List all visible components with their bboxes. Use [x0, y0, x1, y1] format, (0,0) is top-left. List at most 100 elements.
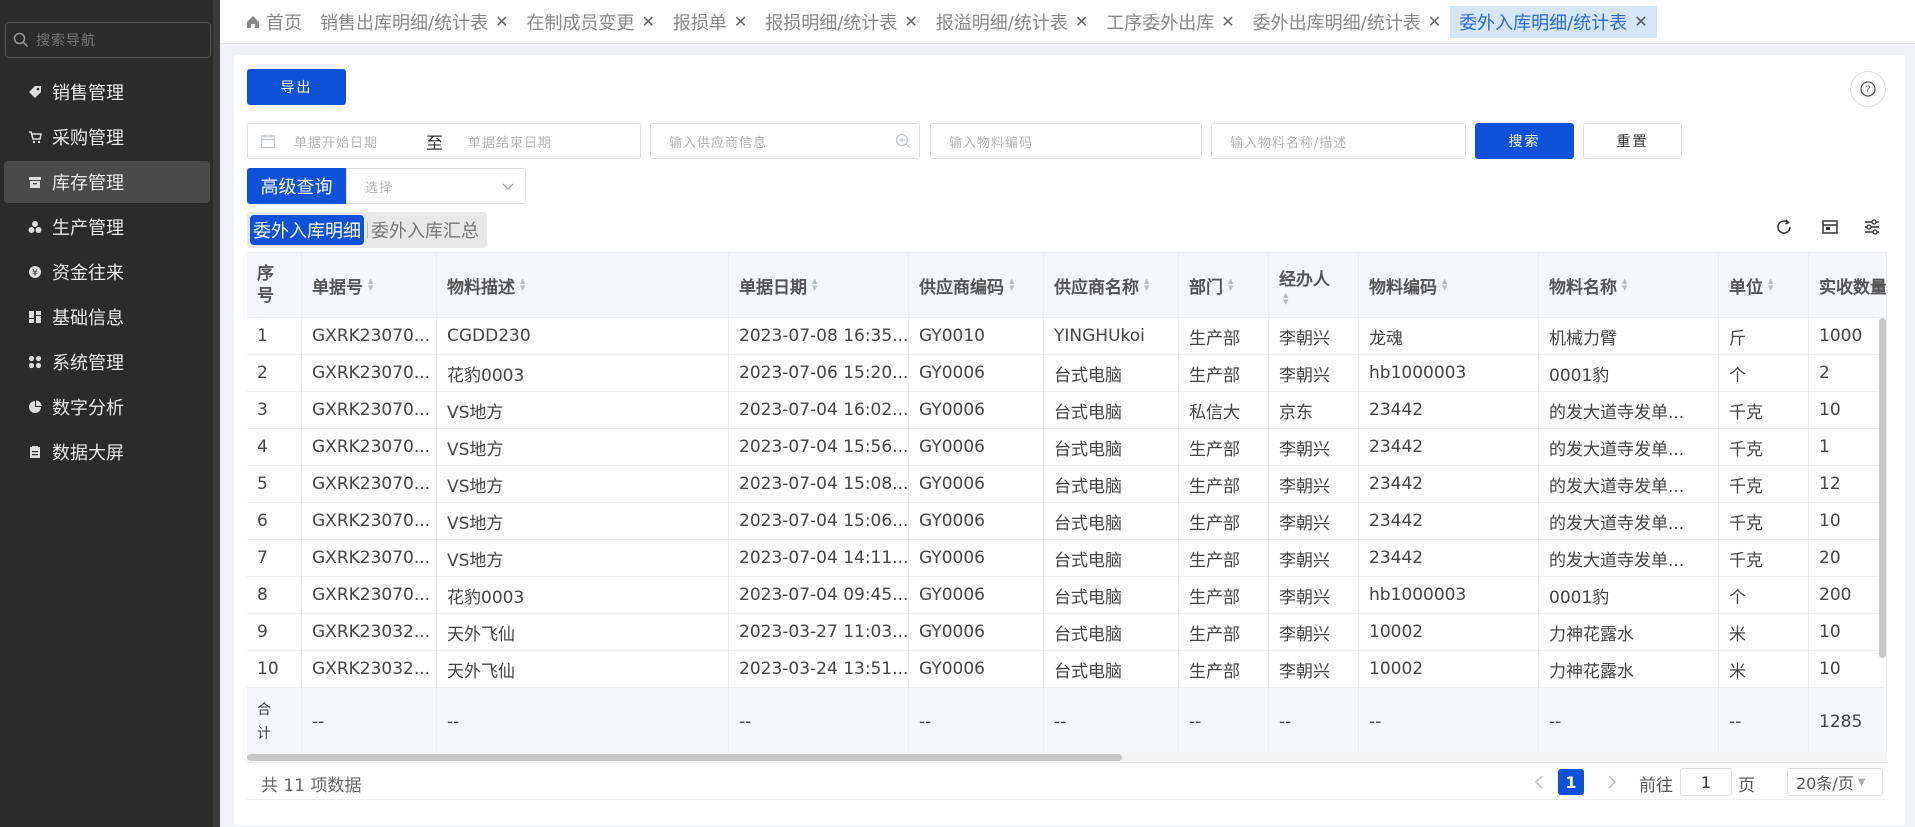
end-date-input[interactable]: 单据结束日期 [468, 132, 552, 151]
column-header-label: 物料描述 [447, 277, 515, 298]
column-header[interactable]: 物料名称 ▲ ▼ [1539, 253, 1719, 317]
material-name-input[interactable]: 输入物料名称/描述 [1211, 123, 1466, 159]
sidebar-item-inventory[interactable]: 库存管理 [4, 161, 210, 203]
start-date-input[interactable]: 单据开始日期 [294, 132, 414, 151]
next-page-icon[interactable] [1605, 774, 1619, 790]
column-header[interactable]: 经办人 ▲ ▼ [1269, 253, 1359, 317]
sort-icon[interactable]: ▲ ▼ [1144, 278, 1149, 292]
sidebar-item-sales[interactable]: 销售管理 [4, 71, 210, 113]
table-cell: VS地方 [437, 540, 729, 576]
sort-icon[interactable]: ▲ ▼ [1442, 278, 1447, 292]
help-icon[interactable]: ? [1850, 71, 1886, 107]
column-header[interactable]: 物料描述 ▲ ▼ [437, 253, 729, 317]
sidebar-item-analysis[interactable]: 数字分析 [4, 386, 210, 428]
nav-search-input[interactable]: 搜索导航 [5, 22, 211, 58]
column-header[interactable]: 物料编码 ▲ ▼ [1359, 253, 1539, 317]
subtab-summary[interactable]: 委外入库汇总 [371, 215, 479, 245]
close-icon[interactable]: ✕ [1221, 12, 1234, 31]
sort-icon[interactable]: ▲ ▼ [812, 278, 817, 292]
refresh-icon[interactable] [1775, 218, 1793, 236]
table-cell: 4 [247, 429, 302, 465]
scrollbar-thumb[interactable] [247, 754, 1122, 761]
summary-cell: -- [437, 688, 729, 756]
search-button[interactable]: 搜索 [1475, 123, 1574, 159]
table-row[interactable]: 10 GXRK23032... 天外飞仙 2023-03-24 13:51... GY0… [247, 651, 1887, 688]
goto-page-input[interactable]: 1 [1680, 768, 1732, 796]
export-button[interactable]: 导出 [247, 69, 346, 105]
tab-outsource-out-detail[interactable]: 委外出库明细/统计表 ✕ [1244, 6, 1450, 38]
table-cell: 10 [1809, 392, 1887, 428]
table-row[interactable]: 9 GXRK23032... 天外飞仙 2023-03-27 11:03... GY00… [247, 614, 1887, 651]
sidebar-item-system[interactable]: 系统管理 [4, 341, 210, 383]
horizontal-scrollbar[interactable] [247, 753, 1887, 761]
vertical-scrollbar[interactable] [1879, 318, 1886, 658]
reset-button[interactable]: 重置 [1583, 123, 1682, 159]
total-count: 共 11 项数据 [261, 776, 362, 796]
column-settings-icon[interactable] [1863, 218, 1881, 236]
table-row[interactable]: 5 GXRK23070... VS地方 2023-07-04 15:08... GY00… [247, 466, 1887, 503]
column-header[interactable]: 单据号 ▲ ▼ [302, 253, 437, 317]
sort-icon[interactable]: ▲ ▼ [368, 278, 373, 292]
tab-loss-detail[interactable]: 报损明细/统计表 ✕ [756, 6, 926, 38]
close-icon[interactable]: ✕ [904, 12, 917, 31]
column-header[interactable]: 单位 ▲ ▼ [1719, 253, 1809, 317]
prev-page-icon[interactable] [1532, 774, 1546, 790]
material-code-input[interactable]: 输入物料编码 [930, 123, 1202, 159]
column-header[interactable]: 部门 ▲ ▼ [1179, 253, 1269, 317]
close-icon[interactable]: ✕ [641, 12, 654, 31]
tab-wip-change[interactable]: 在制成员变更 ✕ [517, 6, 663, 38]
table-row[interactable]: 3 GXRK23070... VS地方 2023-07-04 16:02... GY00… [247, 392, 1887, 429]
sidebar-item-production[interactable]: 生产管理 [4, 206, 210, 248]
close-icon[interactable]: ✕ [1634, 12, 1647, 31]
tab-outsource-in-detail[interactable]: 委外入库明细/统计表 ✕ [1450, 5, 1657, 38]
column-header[interactable]: 单据日期 ▲ ▼ [729, 253, 909, 317]
sidebar-item-purchase[interactable]: 采购管理 [4, 116, 210, 158]
table-row[interactable]: 7 GXRK23070... VS地方 2023-07-04 14:11... GY00… [247, 540, 1887, 577]
close-icon[interactable]: ✕ [1075, 12, 1088, 31]
supplier-input[interactable]: 输入供应商信息 [650, 123, 920, 159]
tab-overflow-detail[interactable]: 报溢明细/统计表 ✕ [927, 6, 1097, 38]
close-icon[interactable]: ✕ [734, 12, 747, 31]
table-row[interactable]: 6 GXRK23070... VS地方 2023-07-04 15:06... GY00… [247, 503, 1887, 540]
table-cell: 私信大 [1179, 392, 1269, 428]
column-header[interactable]: 供应商编码 ▲ ▼ [909, 253, 1044, 317]
tab-process-outsource-out[interactable]: 工序委外出库 ✕ [1097, 6, 1243, 38]
advanced-query-button[interactable]: 高级查询 [247, 168, 346, 204]
modules-icon [28, 355, 52, 369]
table-row[interactable]: 4 GXRK23070... VS地方 2023-07-04 15:56... GY00… [247, 429, 1887, 466]
column-header[interactable]: 供应商名称 ▲ ▼ [1044, 253, 1179, 317]
table-row[interactable]: 8 GXRK23070... 花豹0003 2023-07-04 09:45... GY… [247, 577, 1887, 614]
close-icon[interactable]: ✕ [495, 12, 508, 31]
subtab-detail[interactable]: 委外入库明细 [250, 215, 364, 245]
table-cell: 2023-07-06 15:20... [729, 355, 909, 391]
sidebar-item-dashboard[interactable]: 数据大屏 [4, 431, 210, 473]
summary-label: 合计 [247, 688, 302, 756]
sort-icon[interactable]: ▲ ▼ [1622, 278, 1627, 292]
close-icon[interactable]: ✕ [1428, 12, 1441, 31]
table-row[interactable]: 2 GXRK23070... 花豹0003 2023-07-06 15:20... GY… [247, 355, 1887, 392]
sort-icon[interactable]: ▲ ▼ [1768, 278, 1773, 292]
table-cell: 的发大道寺发单... [1539, 392, 1719, 428]
tab-sales-outbound[interactable]: 销售出库明细/统计表 ✕ [311, 6, 517, 38]
sidebar-item-finance[interactable]: ¥ 资金往来 [4, 251, 210, 293]
date-range-picker[interactable]: 单据开始日期 至 单据结束日期 [247, 123, 641, 159]
tab-home[interactable]: 首页 [246, 6, 311, 38]
sidebar-item-basic-info[interactable]: 基础信息 [4, 296, 210, 338]
sort-icon[interactable]: ▲ ▼ [1009, 278, 1014, 292]
layout-icon[interactable] [1821, 218, 1839, 236]
table-row[interactable]: 1 GXRK23070... CGDD230 2023-07-08 16:35... G… [247, 318, 1887, 355]
table-cell: GY0006 [909, 429, 1044, 465]
tab-loss-order[interactable]: 报损单 ✕ [664, 6, 756, 38]
table-cell: 台式电脑 [1044, 577, 1179, 613]
table-cell: 2023-03-27 11:03... [729, 614, 909, 650]
search-plus-icon[interactable] [895, 133, 911, 149]
table-cell: 10002 [1359, 651, 1539, 687]
page-number-current[interactable]: 1 [1558, 769, 1584, 795]
sort-icon[interactable]: ▲ ▼ [520, 278, 525, 292]
sort-icon[interactable]: ▲ ▼ [1228, 278, 1233, 292]
table-cell: GXRK23070... [302, 577, 437, 613]
advanced-select[interactable]: 选择 [346, 168, 526, 204]
sort-icon[interactable]: ▲ ▼ [1283, 291, 1288, 306]
table-cell: 23442 [1359, 466, 1539, 502]
page-size-select[interactable]: 20条/页 ▼ [1787, 768, 1883, 796]
